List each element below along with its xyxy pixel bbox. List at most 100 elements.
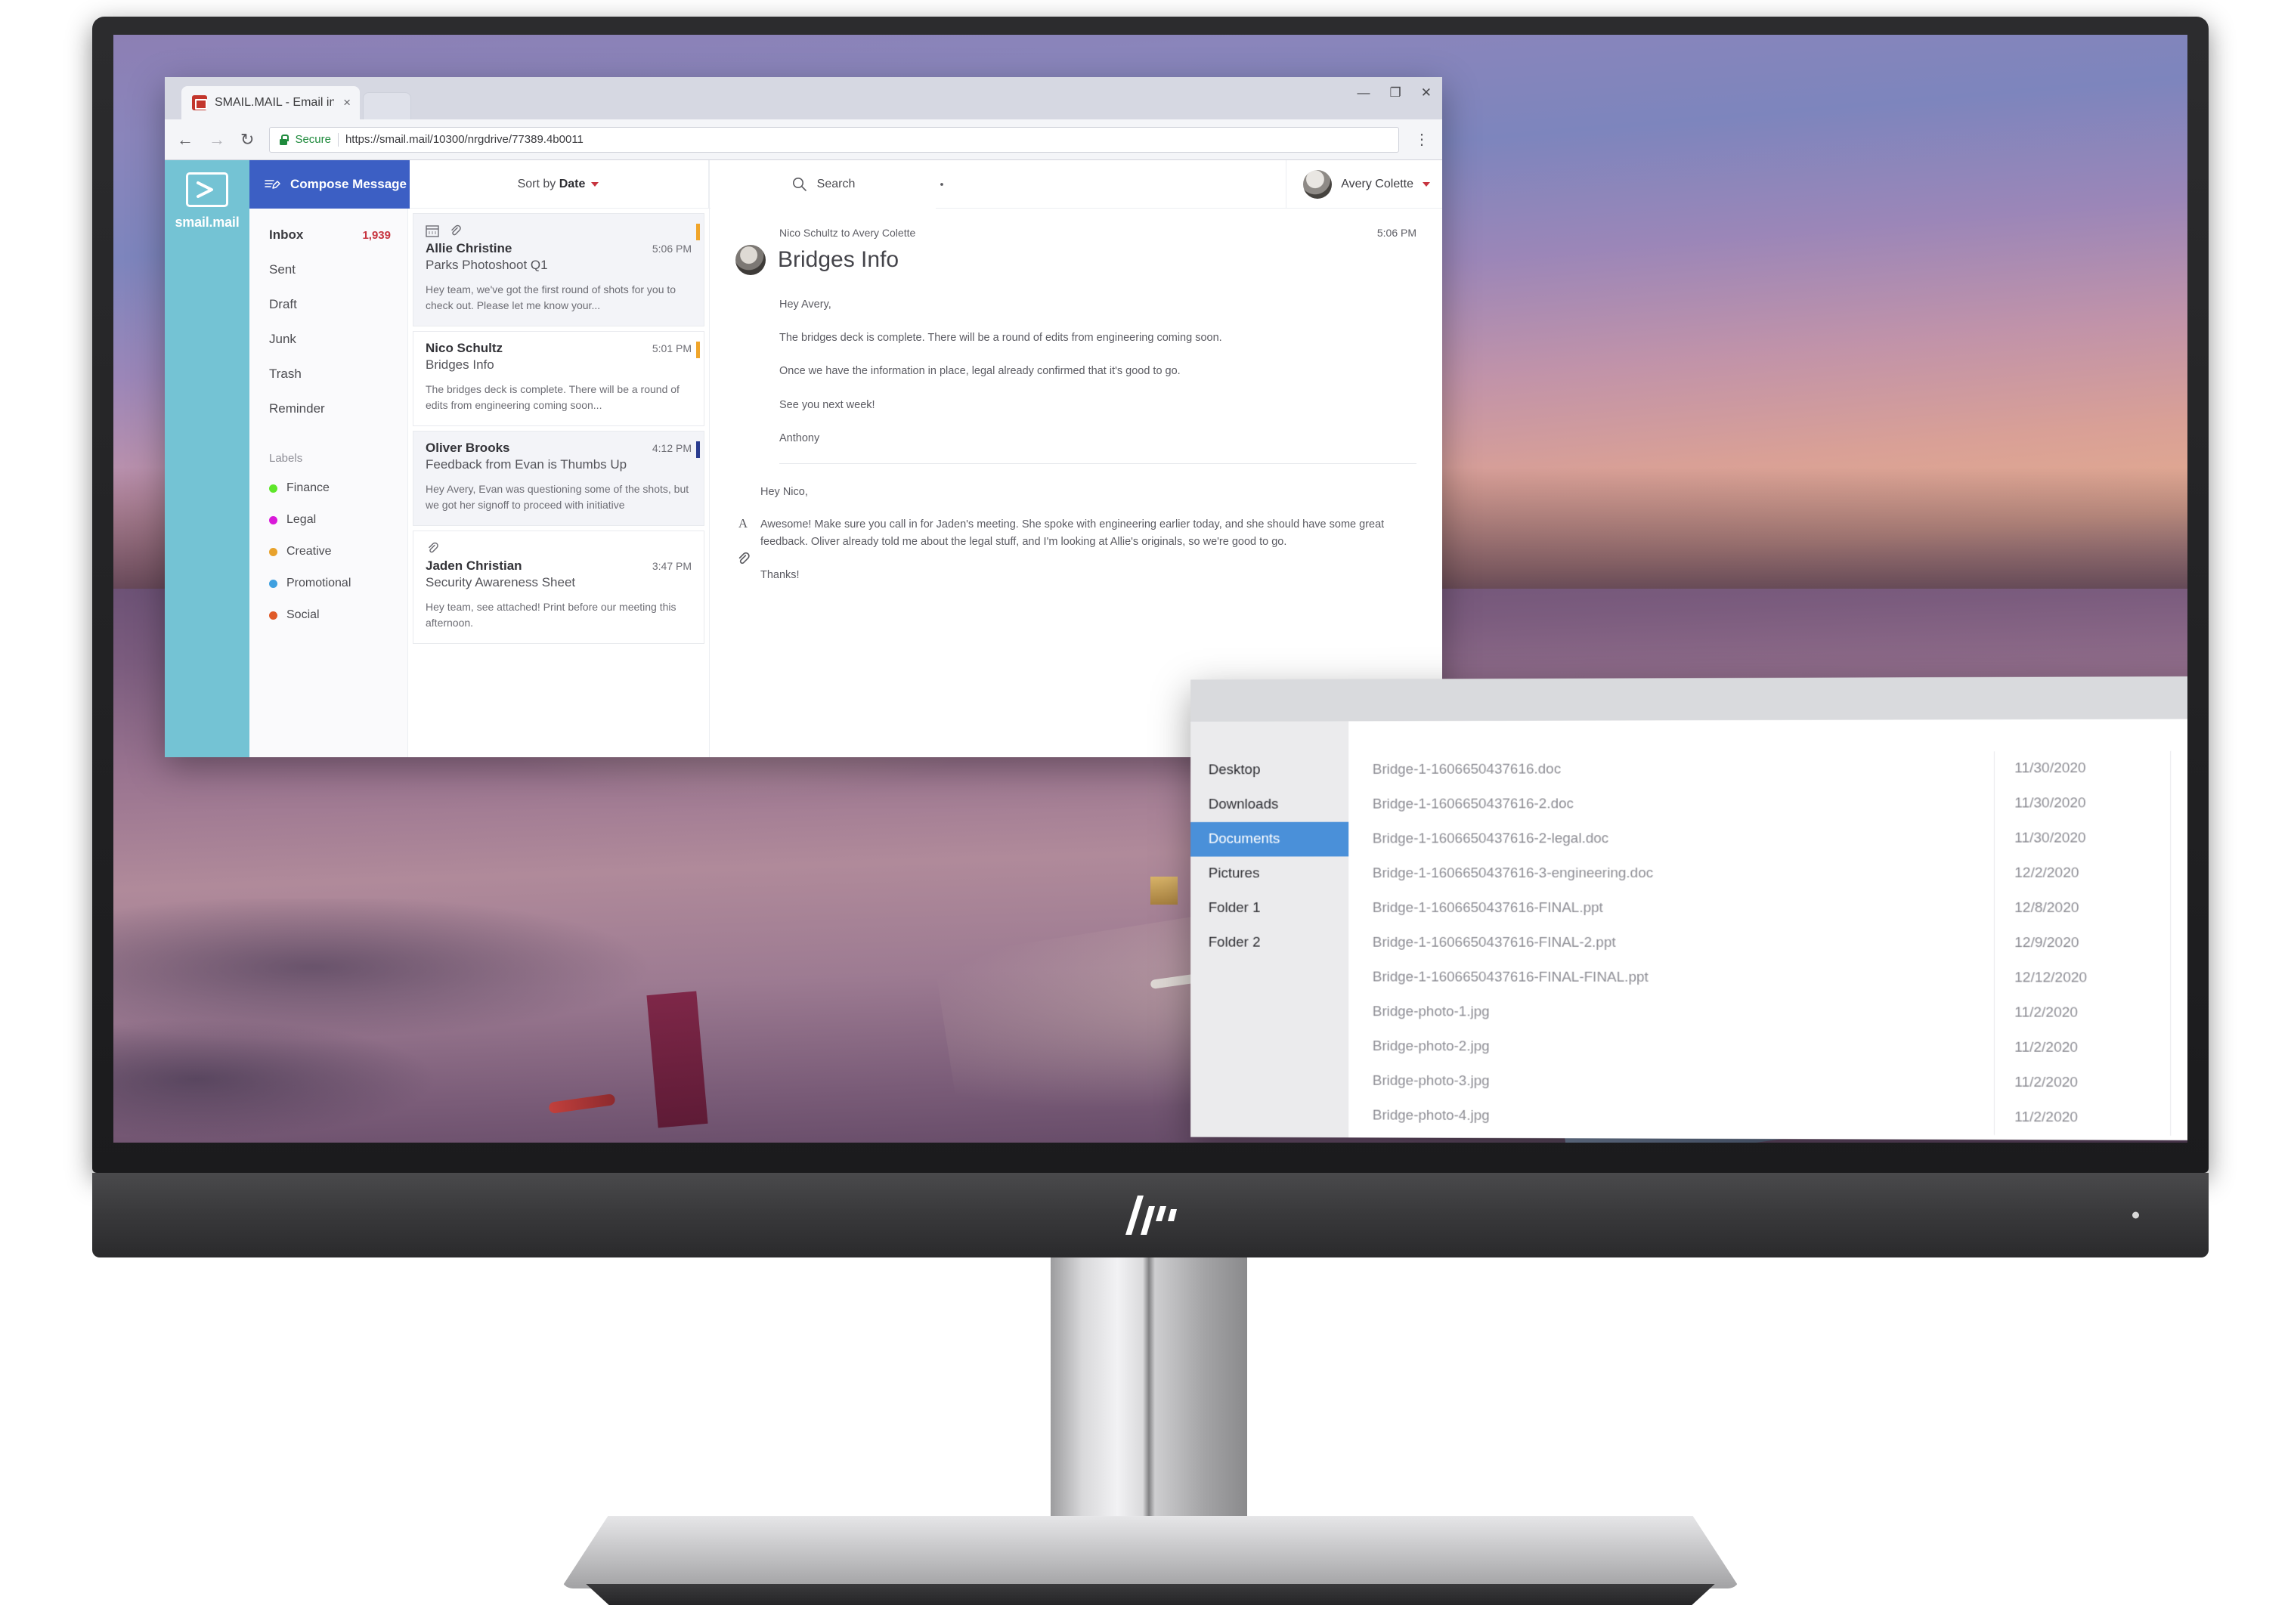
account-menu[interactable]: Avery Colette [1286,160,1430,208]
wallpaper-park [113,899,943,1143]
forward-icon[interactable]: → [209,131,225,148]
label-item-finance[interactable]: Finance [249,472,407,504]
address-bar[interactable]: Secure https://smail.mail/10300/nrgdrive… [269,126,1399,153]
attachment-icon[interactable] [735,551,751,570]
file-row[interactable]: Bridge-photo-2.jpg 11/2/2020 872kb [1348,1029,2187,1066]
compose-message-button[interactable]: Compose Message [249,160,410,209]
browser-tabstrip: SMAIL.MAIL - Email inbo × — ❐ ✕ [165,77,1442,119]
email-preview: Hey Avery, Evan was questioning some of … [426,483,689,511]
sidebar-item-junk[interactable]: Junk [249,322,407,357]
file-dialog-body: Desktop Downloads Documents Pictures Fol… [1190,719,2187,1141]
file-row[interactable]: Bridge-1-1606650437616-2-legal.doc 11/30… [1348,821,2187,856]
close-tab-icon[interactable]: × [343,95,351,110]
label-color-dot [269,611,277,620]
sidebar-item-draft[interactable]: Draft [249,287,407,322]
label-item-promotional[interactable]: Promotional [249,568,407,599]
browser-tab[interactable]: SMAIL.MAIL - Email inbo × [181,86,360,119]
email-list-item[interactable]: Jaden Christian 3:47 PM Security Awarene… [413,531,704,644]
file-row[interactable]: Bridge-photo-1.jpg 11/2/2020 945kb [1348,995,2187,1031]
file-name: Bridge-1-1606650437616-2-legal.doc [1372,831,1609,847]
file-row[interactable]: Bridge-photo-3.jpg 11/2/2020 931kb [1348,1064,2187,1101]
close-icon[interactable]: ✕ [1421,86,1432,99]
file-row[interactable]: Bridge-photo-4.jpg 11/2/2020 713kb [1348,1099,2187,1137]
font-icon[interactable]: A [735,515,751,534]
search-box[interactable]: Search [711,160,936,209]
sidebar-item-label: Reminder [269,401,325,416]
file-size: 164kb [2171,830,2187,846]
email-sender: Nico Schultz [426,341,503,355]
file-row[interactable]: Bridge-1-1606650437616-FINAL.ppt 12/8/20… [1348,890,2187,926]
label-color-dot [269,579,277,588]
browser-window: SMAIL.MAIL - Email inbo × — ❐ ✕ ← → ↻ Se… [165,77,1442,757]
email-list-item[interactable]: Allie Christine 5:06 PM Parks Photoshoot… [413,213,704,326]
folder-item-desktop[interactable]: Desktop [1190,753,1348,787]
file-row[interactable]: Bridge-1-1606650437616.doc 11/30/2020 14… [1348,750,2187,787]
reply-text[interactable]: Hey Nico, Awesome! Make sure you call in… [760,484,1416,599]
folder-item-downloads[interactable]: Downloads [1190,787,1348,822]
sidebar-item-label: Draft [269,297,297,311]
account-name: Avery Colette [1341,177,1413,190]
label-color-dot [269,484,277,493]
sidebar-item-label: Sent [269,262,296,277]
email-item-header: Nico Schultz 5:01 PM [426,341,692,356]
reader-header: Bridges Info [735,245,1416,275]
email-list[interactable]: Allie Christine 5:06 PM Parks Photoshoot… [408,209,709,757]
unread-indicator [696,342,700,358]
mail-sidebar: Inbox 1,939 Sent Draft Junk Trash Remind… [249,160,408,757]
file-date: 12/2/2020 [2014,865,2079,881]
sort-by-dropdown[interactable]: Sort by Date [408,160,709,208]
folder-item-folder-2[interactable]: Folder 2 [1190,926,1348,960]
minimize-icon[interactable]: — [1358,86,1370,99]
reply-paragraph: Awesome! Make sure you call in for Jaden… [760,518,1385,549]
sidebar-item-trash[interactable]: Trash [249,357,407,391]
sidebar-item-reminder[interactable]: Reminder [249,391,407,426]
file-size: 201kb [2171,865,2187,882]
file-row[interactable]: Bridge-1-1606650437616-3-engineering.doc… [1348,855,2187,891]
label-item-legal[interactable]: Legal [249,504,407,536]
reader-timestamp: 5:06 PM [1376,227,1416,239]
file-size: 5,129kb [2171,970,2187,986]
back-icon[interactable]: ← [177,131,193,148]
reload-icon[interactable]: ↻ [240,131,254,148]
sidebar-item-inbox[interactable]: Inbox 1,939 [249,218,407,252]
folder-item-documents[interactable]: Documents [1190,821,1349,857]
mail-favicon-icon [192,95,207,110]
email-list-item[interactable]: Oliver Brooks 4:12 PM Feedback from Evan… [413,431,704,526]
label-item-social[interactable]: Social [249,599,407,631]
email-item-header: Allie Christine 5:06 PM [426,241,692,256]
reader-paragraph: Once we have the information in place, l… [779,365,1181,378]
monitor-assembly: SMAIL.MAIL - Email inbo × — ❐ ✕ ← → ↻ Se… [0,0,2291,1624]
reader-paragraph: Hey Avery, [779,299,831,311]
file-list[interactable]: Bridge-1-1606650437616.doc 11/30/2020 14… [1348,719,2187,1141]
file-row[interactable]: Bridge-1-1606650437616-2.doc 11/30/2020 … [1348,786,2187,822]
email-list-item[interactable]: Nico Schultz 5:01 PM Bridges Info The br… [413,331,704,426]
file-name: Bridge-1-1606650437616-3-engineering.doc [1372,865,1654,882]
email-time: 3:47 PM [652,560,692,572]
file-row[interactable]: Bridge-1-1606650437616-FINAL-FINAL.ppt 1… [1348,960,2187,996]
sidebar-item-label: Trash [269,367,302,381]
folder-item-pictures[interactable]: Pictures [1190,856,1348,891]
monitor-stand-base [561,1516,1740,1588]
sidebar-item-sent[interactable]: Sent [249,252,407,287]
restore-icon[interactable]: ❐ [1390,86,1401,99]
sidebar-item-label: Junk [269,332,296,346]
file-name: Bridge-1-1606650437616-FINAL-FINAL.ppt [1372,969,1649,985]
file-row[interactable]: Bridge-1-1606650437616-FINAL-2.ppt 12/9/… [1348,926,2187,961]
file-date: 11/2/2020 [2014,1039,2079,1056]
label-text: Promotional [286,577,351,589]
browser-omnibar: ← → ↻ Secure https://smail.mail/10300/nr… [165,119,1442,160]
file-name: Bridge-1-1606650437616-FINAL-2.ppt [1372,934,1616,951]
folder-item-folder-1[interactable]: Folder 1 [1190,891,1348,926]
chevron-down-icon [1423,181,1430,187]
calendar-icon [426,225,439,237]
avatar [735,245,766,275]
mail-reading-pane: Avery Colette Nico Schultz to Avery Cole… [709,160,1442,757]
file-date: 12/12/2020 [2014,970,2088,986]
label-item-creative[interactable]: Creative [249,536,407,568]
search-icon [792,178,806,191]
browser-menu-icon[interactable]: ⋮ [1414,130,1430,149]
power-led-indicator [2132,1211,2139,1219]
file-date: 11/2/2020 [2014,1004,2079,1021]
new-tab-button[interactable] [363,92,411,119]
label-text: Creative [286,545,332,558]
